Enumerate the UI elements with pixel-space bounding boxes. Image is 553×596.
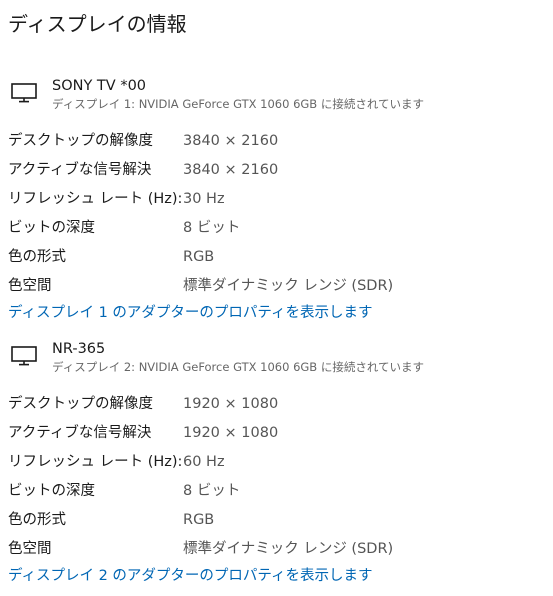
row-label: 色空間 — [8, 278, 52, 294]
row-value: 標準ダイナミック レンジ (SDR) — [183, 278, 394, 294]
row-color-space: 色空間 標準ダイナミック レンジ (SDR) — [0, 535, 553, 564]
display-1-name: SONY TV *00 — [52, 78, 147, 94]
row-label: デスクトップの解像度 — [8, 396, 153, 412]
row-value: 3840 × 2160 — [183, 133, 279, 149]
row-color-format: 色の形式 RGB — [0, 243, 553, 272]
monitor-icon — [11, 346, 37, 366]
row-label: デスクトップの解像度 — [8, 133, 153, 149]
row-value: 1920 × 1080 — [183, 425, 279, 441]
row-bit-depth: ビットの深度 8 ビット — [0, 214, 553, 243]
row-active-signal-resolution: アクティブな信号解決 1920 × 1080 — [0, 419, 553, 448]
row-value: 30 Hz — [183, 191, 225, 207]
row-label: アクティブな信号解決 — [8, 425, 152, 441]
row-label: 色空間 — [8, 541, 52, 557]
display-2-name: NR-365 — [52, 341, 106, 357]
row-value: 8 ビット — [183, 220, 241, 236]
row-active-signal-resolution: アクティブな信号解決 3840 × 2160 — [0, 156, 553, 185]
row-label: リフレッシュ レート (Hz): — [8, 454, 183, 470]
row-label: リフレッシュ レート (Hz): — [8, 191, 183, 207]
row-label: ビットの深度 — [8, 220, 95, 236]
row-color-space: 色空間 標準ダイナミック レンジ (SDR) — [0, 272, 553, 301]
row-desktop-resolution: デスクトップの解像度 1920 × 1080 — [0, 390, 553, 419]
row-refresh-rate: リフレッシュ レート (Hz): 30 Hz — [0, 185, 553, 214]
row-value: 60 Hz — [183, 454, 225, 470]
row-value: RGB — [183, 512, 215, 528]
display-1-header: SONY TV *00 ディスプレイ 1: NVIDIA GeForce GTX… — [0, 76, 553, 118]
page-title: ディスプレイの情報 — [8, 12, 187, 36]
row-value: 3840 × 2160 — [183, 162, 279, 178]
row-color-format: 色の形式 RGB — [0, 506, 553, 535]
display-2-properties: デスクトップの解像度 1920 × 1080 アクティブな信号解決 1920 ×… — [0, 390, 553, 564]
display-2-adapter-properties-link[interactable]: ディスプレイ 2 のアダプターのプロパティを表示します — [8, 566, 373, 586]
monitor-icon — [11, 83, 37, 103]
row-label: 色の形式 — [8, 249, 66, 265]
row-bit-depth: ビットの深度 8 ビット — [0, 477, 553, 506]
display-2-header: NR-365 ディスプレイ 2: NVIDIA GeForce GTX 1060… — [0, 339, 553, 381]
display-2-section: NR-365 ディスプレイ 2: NVIDIA GeForce GTX 1060… — [0, 339, 553, 381]
row-value: RGB — [183, 249, 215, 265]
display-1-properties: デスクトップの解像度 3840 × 2160 アクティブな信号解決 3840 ×… — [0, 127, 553, 301]
row-label: ビットの深度 — [8, 483, 95, 499]
row-label: アクティブな信号解決 — [8, 162, 152, 178]
row-label: 色の形式 — [8, 512, 66, 528]
display-2-subtitle: ディスプレイ 2: NVIDIA GeForce GTX 1060 6GB に接… — [52, 360, 424, 374]
display-1-subtitle: ディスプレイ 1: NVIDIA GeForce GTX 1060 6GB に接… — [52, 97, 424, 111]
row-value: 1920 × 1080 — [183, 396, 279, 412]
row-refresh-rate: リフレッシュ レート (Hz): 60 Hz — [0, 448, 553, 477]
display-1-adapter-properties-link[interactable]: ディスプレイ 1 のアダプターのプロパティを表示します — [8, 303, 373, 323]
display-1-section: SONY TV *00 ディスプレイ 1: NVIDIA GeForce GTX… — [0, 76, 553, 118]
row-value: 標準ダイナミック レンジ (SDR) — [183, 541, 394, 557]
row-desktop-resolution: デスクトップの解像度 3840 × 2160 — [0, 127, 553, 156]
row-value: 8 ビット — [183, 483, 241, 499]
